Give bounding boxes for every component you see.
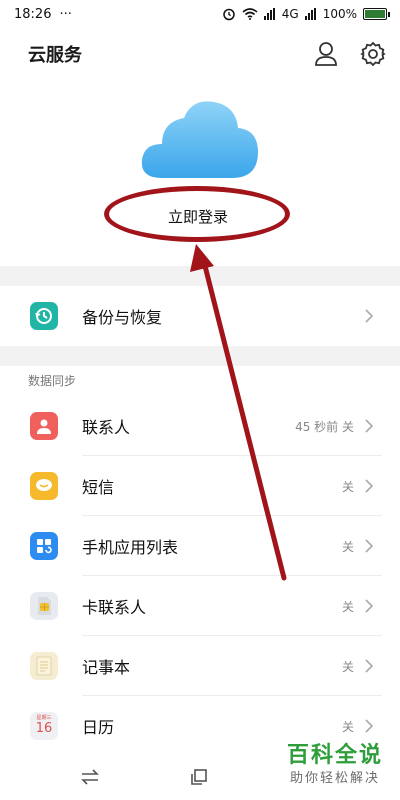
watermark-sub: 助你轻松解决	[289, 771, 380, 786]
status-left: 18:26 ···	[14, 7, 72, 22]
person-icon[interactable]	[314, 41, 338, 67]
header-actions	[314, 41, 386, 67]
alarm-icon	[223, 8, 235, 21]
contacts-icon	[30, 412, 58, 440]
chevron-right-icon	[365, 419, 374, 433]
watermark-logo: 百科全说 助你轻松解决	[270, 742, 400, 800]
sync-item-status: 关	[341, 599, 354, 614]
backup-icon	[30, 302, 58, 330]
sync-item-messages[interactable]: 短信 关	[0, 456, 400, 516]
chevron-right-icon	[365, 659, 374, 673]
sync-item-sim-contacts[interactable]: 卡联系人 关	[0, 576, 400, 636]
sync-item-contacts[interactable]: 联系人 45 秒前 关	[0, 396, 400, 456]
home-icon[interactable]	[190, 768, 208, 786]
sync-item-status: 关	[341, 539, 354, 554]
message-icon	[30, 472, 58, 500]
section-gap-2	[0, 346, 400, 366]
watermark-main: 百科全说	[286, 743, 383, 768]
signal-icon-2	[304, 8, 316, 20]
battery-percent: 100%	[322, 7, 357, 21]
switch-icon[interactable]	[80, 768, 100, 786]
calendar-icon: 星期三 16	[30, 712, 58, 740]
chevron-right-icon	[365, 309, 374, 323]
chevron-right-icon	[365, 479, 374, 493]
notepad-icon	[30, 652, 58, 680]
sync-item-status: 关	[341, 479, 354, 494]
backup-restore-row[interactable]: 备份与恢复	[0, 286, 400, 346]
sync-item-label: 记事本	[82, 658, 131, 677]
status-dots: ···	[59, 6, 72, 22]
chevron-right-icon	[365, 719, 374, 733]
backup-label: 备份与恢复	[82, 308, 163, 327]
app-header: 云服务	[0, 28, 400, 80]
sync-item-app-list[interactable]: 手机应用列表 关	[0, 516, 400, 576]
page-title: 云服务	[28, 45, 82, 66]
status-right: 4G 100%	[222, 7, 390, 21]
status-bar: 18:26 ··· 4G 100%	[0, 0, 400, 28]
status-time: 18:26	[14, 6, 52, 22]
network-type: 4G	[281, 7, 299, 21]
app-list-icon	[30, 532, 58, 560]
chevron-right-icon	[365, 599, 374, 613]
sync-item-label: 卡联系人	[82, 598, 147, 617]
sync-item-notepad[interactable]: 记事本 关	[0, 636, 400, 696]
battery-icon	[363, 8, 390, 20]
calendar-icon-day: 16	[35, 721, 53, 736]
gear-icon[interactable]	[360, 41, 386, 67]
sync-item-status: 关	[341, 659, 354, 674]
sync-item-status: 关	[341, 719, 354, 734]
sim-card-icon	[30, 592, 58, 620]
sync-section-title: 数据同步	[28, 374, 77, 388]
sync-item-label: 联系人	[82, 418, 131, 437]
sync-item-label: 手机应用列表	[82, 538, 179, 557]
wifi-icon	[242, 8, 258, 20]
sync-item-label: 日历	[82, 718, 115, 737]
sync-item-label: 短信	[82, 478, 115, 497]
section-gap	[0, 266, 400, 286]
login-button[interactable]: 立即登录	[110, 194, 286, 238]
sync-item-status: 45 秒前 关	[295, 419, 354, 434]
signal-icon	[263, 8, 275, 20]
cloud-icon	[140, 98, 260, 180]
chevron-right-icon	[365, 539, 374, 553]
